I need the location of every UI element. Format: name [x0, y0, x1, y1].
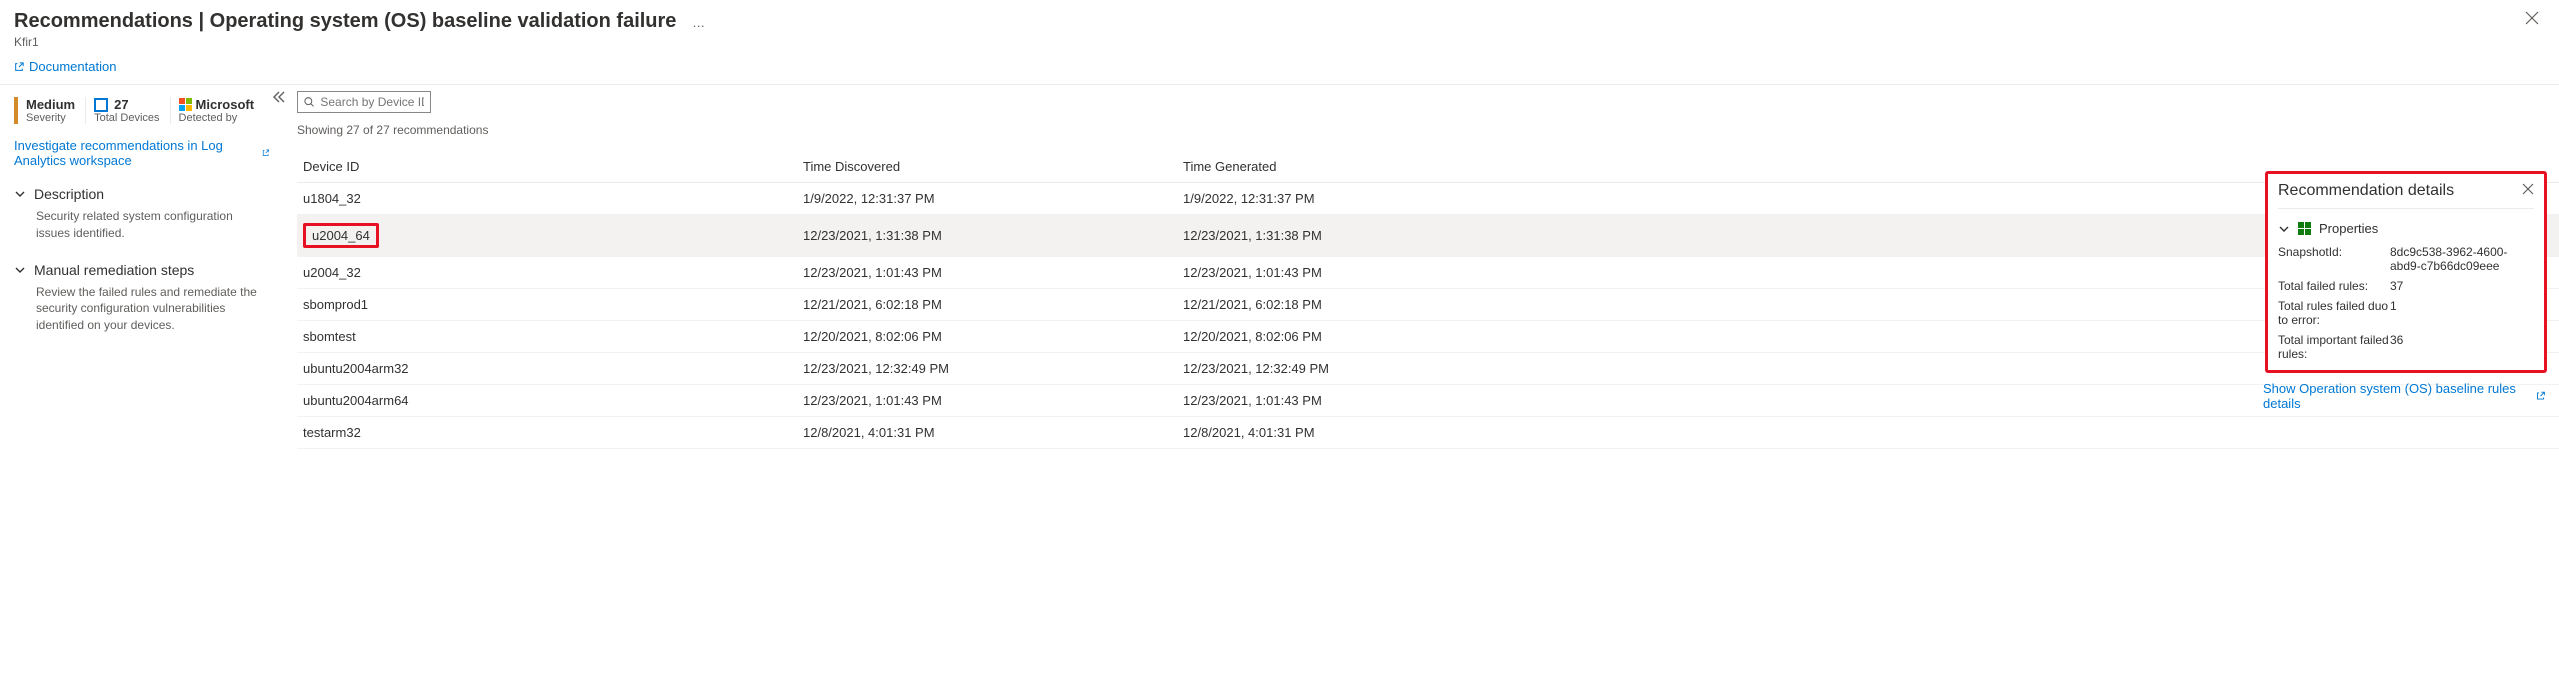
col-device-id[interactable]: Device ID	[297, 151, 797, 183]
detected-by-value: Microsoft	[196, 97, 255, 112]
table-row[interactable]: testarm32 12/8/2021, 4:01:31 PM12/8/2021,…	[297, 417, 2559, 449]
chevron-down-icon	[2278, 223, 2290, 235]
close-icon	[2525, 11, 2539, 25]
property-value: 36	[2390, 333, 2534, 361]
col-time-discovered[interactable]: Time Discovered	[797, 151, 1177, 183]
device-id-cell: u2004_64	[303, 223, 379, 248]
search-box[interactable]	[297, 91, 431, 113]
total-devices-value: 27	[114, 97, 128, 112]
time-generated-cell: 12/8/2021, 4:01:31 PM	[1177, 417, 2559, 449]
table-row[interactable]: sbomtest12/20/2021, 8:02:06 PM12/20/2021…	[297, 321, 2559, 353]
property-value: 8dc9c538-3962-4600-abd9-c7b66dc09eee	[2390, 245, 2534, 273]
external-link-icon	[14, 62, 24, 72]
detected-by-block: Microsoft Detected by	[170, 97, 263, 124]
stats-row: Medium Severity 27 Total Devices Microso…	[14, 91, 269, 134]
remediation-section: Manual remediation steps Review the fail…	[14, 254, 269, 346]
property-row: Total failed rules:37	[2278, 276, 2534, 296]
time-discovered-cell: 12/8/2021, 4:01:31 PM	[797, 417, 1177, 449]
detected-by-label: Detected by	[179, 112, 255, 124]
time-discovered-cell: 12/23/2021, 1:01:43 PM	[797, 385, 1177, 417]
time-discovered-cell: 12/23/2021, 12:32:49 PM	[797, 353, 1177, 385]
property-row: Total rules failed duo to error:1	[2278, 296, 2534, 330]
details-title: Recommendation details	[2278, 182, 2454, 200]
page-title: Recommendations | Operating system (OS) …	[14, 10, 676, 32]
close-button[interactable]	[2525, 10, 2539, 30]
property-value: 1	[2390, 299, 2534, 327]
result-count: Showing 27 of 27 recommendations	[297, 113, 2559, 151]
log-analytics-link-label: Investigate recommendations in Log Analy…	[14, 138, 258, 168]
remediation-title: Manual remediation steps	[34, 262, 194, 278]
severity-value: Medium	[26, 97, 75, 112]
time-discovered-cell: 12/20/2021, 8:02:06 PM	[797, 321, 1177, 353]
device-id-cell: sbomtest	[303, 329, 356, 344]
device-id-cell: ubuntu2004arm32	[303, 361, 409, 376]
microsoft-logo-icon	[179, 98, 192, 111]
recommendation-details-panel: Recommendation details Properties Snapsh…	[2265, 171, 2547, 373]
external-link-icon	[262, 148, 269, 158]
device-id-cell: u2004_32	[303, 265, 361, 280]
close-icon	[2522, 183, 2534, 195]
total-devices-label: Total Devices	[94, 112, 159, 124]
remediation-body: Review the failed rules and remediate th…	[14, 278, 269, 338]
table-row[interactable]: sbomprod112/21/2021, 6:02:18 PM12/21/202…	[297, 289, 2559, 321]
documentation-link[interactable]: Documentation	[0, 57, 2559, 84]
properties-grid-icon	[2298, 222, 2311, 235]
show-baseline-rules-link[interactable]: Show Operation system (OS) baseline rule…	[2263, 381, 2545, 411]
property-key: Total failed rules:	[2278, 279, 2390, 293]
page-header: Recommendations | Operating system (OS) …	[0, 0, 2559, 57]
description-body: Security related system configuration is…	[14, 202, 269, 246]
table-row[interactable]: u2004_3212/23/2021, 1:01:43 PM12/23/2021…	[297, 257, 2559, 289]
chevron-down-icon	[14, 188, 26, 200]
properties-toggle[interactable]: Properties	[2278, 208, 2534, 242]
device-id-cell: u1804_32	[303, 191, 361, 206]
table-row[interactable]: u1804_321/9/2022, 12:31:37 PM1/9/2022, 1…	[297, 183, 2559, 215]
overflow-ellipsis[interactable]: …	[680, 15, 705, 30]
chevron-down-icon	[14, 264, 26, 276]
external-link-icon	[2536, 391, 2545, 401]
device-id-cell: sbomprod1	[303, 297, 368, 312]
table-row[interactable]: ubuntu2004arm6412/23/2021, 1:01:43 PM12/…	[297, 385, 2559, 417]
severity-label: Severity	[26, 112, 75, 124]
time-discovered-cell: 12/23/2021, 1:31:38 PM	[797, 215, 1177, 257]
time-discovered-cell: 1/9/2022, 12:31:37 PM	[797, 183, 1177, 215]
table-row[interactable]: u2004_6412/23/2021, 1:31:38 PM12/23/2021…	[297, 215, 2559, 257]
time-discovered-cell: 12/23/2021, 1:01:43 PM	[797, 257, 1177, 289]
property-row: SnapshotId:8dc9c538-3962-4600-abd9-c7b66…	[2278, 242, 2534, 276]
description-section: Description Security related system conf…	[14, 178, 269, 254]
property-key: Total rules failed duo to error:	[2278, 299, 2390, 327]
table-row[interactable]: ubuntu2004arm3212/23/2021, 12:32:49 PM12…	[297, 353, 2559, 385]
results-area: Showing 27 of 27 recommendations Device …	[283, 85, 2559, 449]
device-id-cell: testarm32	[303, 425, 361, 440]
severity-block: Medium Severity	[14, 97, 83, 124]
description-title: Description	[34, 186, 104, 202]
log-analytics-link[interactable]: Investigate recommendations in Log Analy…	[14, 134, 269, 178]
summary-panel: Medium Severity 27 Total Devices Microso…	[0, 85, 283, 449]
property-value: 37	[2390, 279, 2534, 293]
time-discovered-cell: 12/21/2021, 6:02:18 PM	[797, 289, 1177, 321]
show-baseline-rules-label: Show Operation system (OS) baseline rule…	[2263, 381, 2532, 411]
search-icon	[304, 96, 314, 108]
details-close-button[interactable]	[2522, 182, 2534, 198]
breadcrumb: Kfir1	[14, 35, 2545, 49]
search-input[interactable]	[320, 95, 424, 109]
documentation-link-label: Documentation	[29, 59, 116, 74]
description-toggle[interactable]: Description	[14, 186, 269, 202]
recommendations-table: Device ID Time Discovered Time Generated…	[297, 151, 2559, 449]
property-row: Total important failed rules:36	[2278, 330, 2534, 364]
property-key: SnapshotId:	[2278, 245, 2390, 273]
device-id-cell: ubuntu2004arm64	[303, 393, 409, 408]
total-devices-block: 27 Total Devices	[85, 97, 167, 124]
remediation-toggle[interactable]: Manual remediation steps	[14, 262, 269, 278]
chip-icon	[94, 98, 108, 112]
properties-label: Properties	[2319, 221, 2378, 236]
property-key: Total important failed rules:	[2278, 333, 2390, 361]
